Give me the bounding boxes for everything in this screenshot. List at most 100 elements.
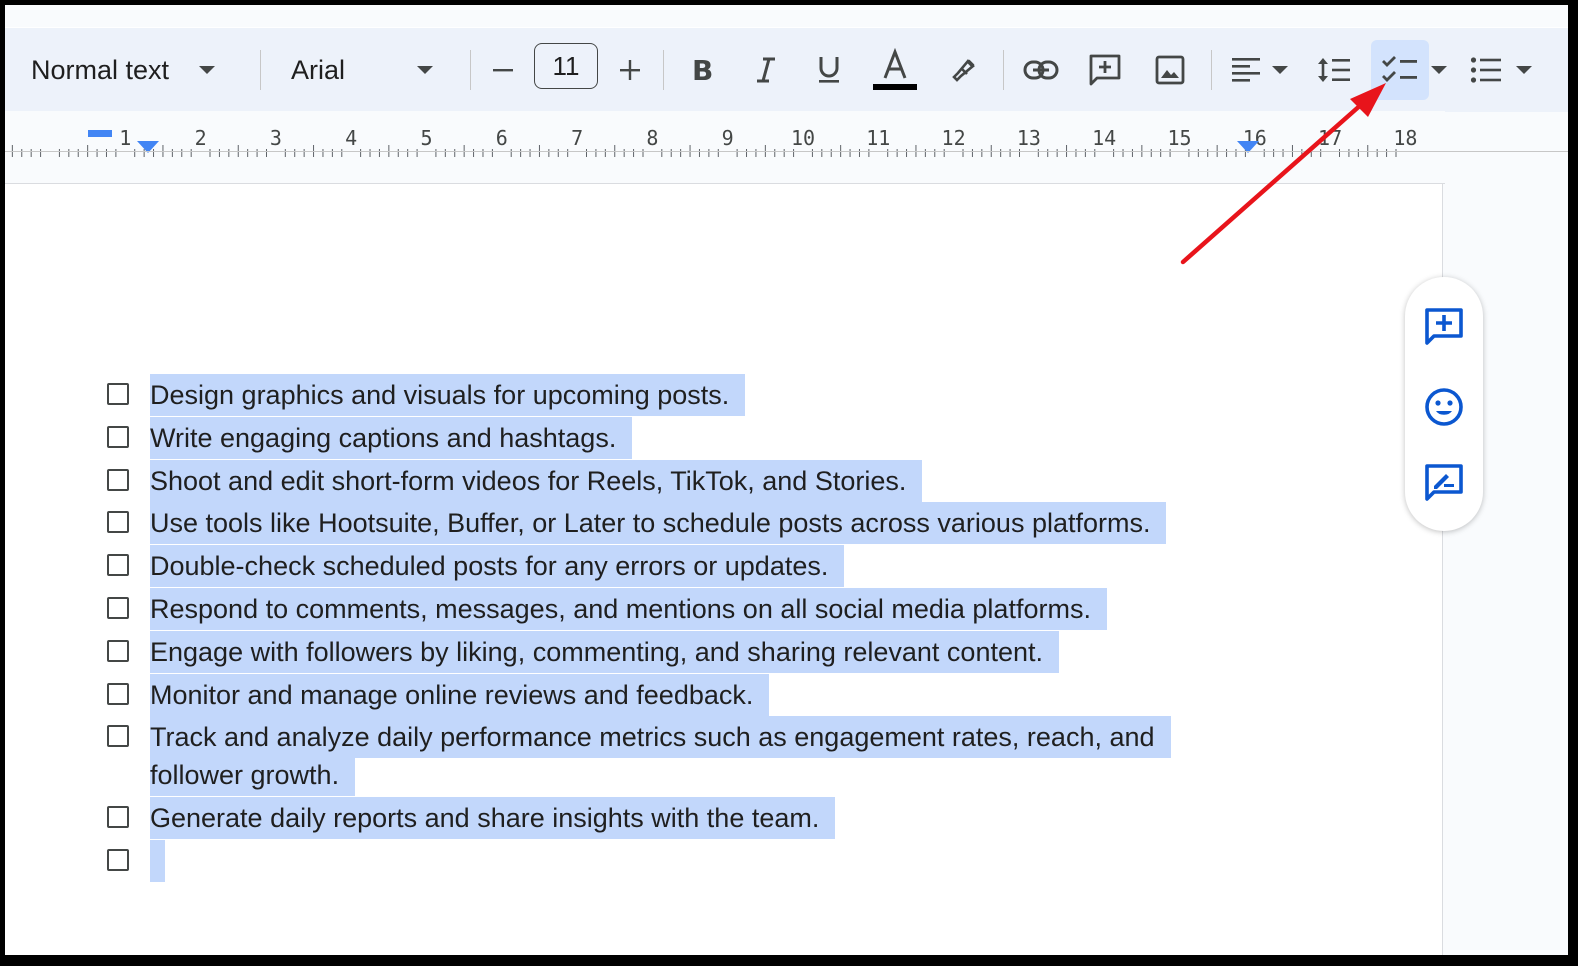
insert-link-button[interactable] xyxy=(1017,46,1065,94)
bulleted-list-button[interactable] xyxy=(1462,46,1532,94)
add-comment-icon xyxy=(1424,307,1464,352)
bold-icon: B xyxy=(677,46,725,94)
checklist-item-line: follower growth. xyxy=(150,754,356,797)
checklist-item-line: Double-check scheduled posts for any err… xyxy=(150,545,845,588)
bulleted-list-icon xyxy=(1462,46,1510,94)
minus-icon xyxy=(479,46,527,94)
add-comment-icon xyxy=(1081,46,1129,94)
highlight-color-button[interactable] xyxy=(939,46,987,94)
checklist-menu-button[interactable] xyxy=(1431,46,1447,94)
underline-icon xyxy=(805,46,853,94)
ruler-label: 5 xyxy=(420,126,432,150)
ruler-label: 12 xyxy=(942,126,966,150)
docs-window: Normal text Arial 11 B 1 2 3 4 5 6 7 8 9… xyxy=(5,5,1568,955)
checklist-item-text[interactable]: Generate daily reports and share insight… xyxy=(150,797,836,840)
toolbar-divider xyxy=(663,50,664,90)
add-emoji-reaction-button[interactable] xyxy=(1422,387,1466,431)
floating-actions-panel xyxy=(1405,277,1483,531)
ruler-label: 7 xyxy=(571,126,583,150)
checklist-item-line xyxy=(150,840,165,883)
first-line-indent-marker[interactable] xyxy=(88,130,112,137)
ruler-label: 6 xyxy=(496,126,508,150)
checkbox[interactable] xyxy=(107,554,129,577)
italic-button[interactable] xyxy=(742,46,790,94)
link-icon xyxy=(1017,46,1065,94)
checklist-item-line: Write engaging captions and hashtags. xyxy=(150,416,633,459)
ruler-label: 9 xyxy=(722,126,734,150)
line-spacing-button[interactable] xyxy=(1310,46,1358,94)
checklist-item-text[interactable]: Write engaging captions and hashtags. xyxy=(150,416,633,459)
checkbox[interactable] xyxy=(107,511,129,534)
chevron-down-icon xyxy=(199,66,216,74)
checklist-item-text[interactable]: Respond to comments, messages, and menti… xyxy=(150,588,1107,630)
checklist-item-text[interactable] xyxy=(150,840,165,883)
insert-comment-button[interactable] xyxy=(1081,46,1129,94)
ruler-label: 17 xyxy=(1318,126,1342,150)
checkbox[interactable] xyxy=(107,682,129,705)
suggest-edits-icon xyxy=(1424,463,1464,508)
ruler-label: 2 xyxy=(195,126,207,150)
text-color-button[interactable] xyxy=(871,46,919,94)
toolbar-divider xyxy=(1003,50,1004,90)
checklist-item-text[interactable]: Double-check scheduled posts for any err… xyxy=(150,545,845,588)
toolbar-divider xyxy=(470,50,471,90)
highlight-icon xyxy=(939,46,987,94)
checklist-button[interactable] xyxy=(1371,40,1429,100)
suggest-edits-button[interactable] xyxy=(1422,463,1466,507)
checklist-icon xyxy=(1371,40,1429,100)
checkbox[interactable] xyxy=(107,725,129,748)
checkbox[interactable] xyxy=(107,806,129,829)
image-icon xyxy=(1146,46,1194,94)
checklist-item-text[interactable]: Design graphics and visuals for upcoming… xyxy=(150,374,746,416)
ruler-baseline xyxy=(5,151,1568,152)
checkbox[interactable] xyxy=(107,425,129,448)
bold-button[interactable]: B xyxy=(677,46,725,94)
chevron-down-icon xyxy=(1516,66,1532,74)
checklist-item-line: Engage with followers by liking, comment… xyxy=(150,630,1059,673)
checklist-item-line: Track and analyze daily performance metr… xyxy=(150,716,1171,759)
checkbox[interactable] xyxy=(107,383,129,405)
paragraph-style-dropdown[interactable]: Normal text xyxy=(31,46,216,94)
ruler-label: 1 xyxy=(119,126,131,150)
add-comment-button[interactable] xyxy=(1422,307,1466,351)
align-left-icon xyxy=(1222,46,1270,94)
paragraph-style-label: Normal text xyxy=(31,54,170,85)
checklist-item-line: Use tools like Hootsuite, Buffer, or Lat… xyxy=(150,502,1167,545)
checklist-item-text[interactable]: follower growth. xyxy=(150,754,356,797)
font-size-input[interactable]: 11 xyxy=(534,43,598,89)
checklist-item-line: Shoot and edit short-form videos for Ree… xyxy=(150,459,923,502)
checkbox[interactable] xyxy=(107,597,129,619)
checklist-item-text[interactable]: Shoot and edit short-form videos for Ree… xyxy=(150,459,923,502)
underline-button[interactable] xyxy=(805,46,853,94)
checklist-item-text[interactable]: Engage with followers by liking, comment… xyxy=(150,630,1059,673)
ruler-label: 10 xyxy=(791,126,815,150)
checklist-item-text[interactable]: Monitor and manage online reviews and fe… xyxy=(150,673,770,716)
emoji-reaction-icon xyxy=(1424,387,1464,432)
plus-icon xyxy=(606,46,654,94)
decrease-font-size-button[interactable] xyxy=(479,46,527,94)
svg-text:B: B xyxy=(692,56,713,84)
insert-image-button[interactable] xyxy=(1146,46,1194,94)
formatting-toolbar: Normal text Arial 11 B xyxy=(5,27,1568,112)
font-family-label: Arial xyxy=(291,54,346,85)
checkbox[interactable] xyxy=(107,468,129,491)
ruler-label: 8 xyxy=(646,126,658,150)
checklist-item-line: Design graphics and visuals for upcoming… xyxy=(150,374,746,416)
checklist-item-text[interactable]: Use tools like Hootsuite, Buffer, or Lat… xyxy=(150,502,1167,545)
increase-font-size-button[interactable] xyxy=(606,46,654,94)
ruler-label: 18 xyxy=(1393,126,1417,150)
align-dropdown[interactable] xyxy=(1222,46,1288,94)
ruler-label: 11 xyxy=(866,126,890,150)
ruler-label: 13 xyxy=(1017,126,1041,150)
checklist-item-text[interactable]: Track and analyze daily performance metr… xyxy=(150,716,1171,759)
checkbox[interactable] xyxy=(107,639,129,662)
toolbar-divider xyxy=(1211,50,1212,90)
checklist-item-line: Respond to comments, messages, and menti… xyxy=(150,588,1107,630)
checklist-item-line: Generate daily reports and share insight… xyxy=(150,797,836,840)
toolbar-divider xyxy=(260,50,261,90)
italic-icon xyxy=(742,46,790,94)
document-page[interactable]: Design graphics and visuals for upcoming… xyxy=(5,184,1443,955)
font-family-dropdown[interactable]: Arial xyxy=(291,46,434,94)
checklist-item-line: Monitor and manage online reviews and fe… xyxy=(150,673,770,716)
checkbox[interactable] xyxy=(107,849,129,872)
